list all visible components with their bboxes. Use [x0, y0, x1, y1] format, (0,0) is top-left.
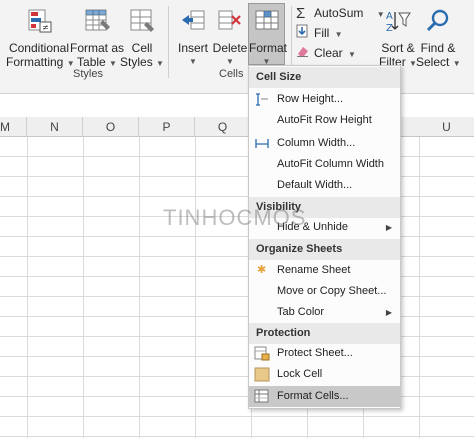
autosum-label: AutoSum [314, 6, 364, 20]
format-dropdown-menu: Cell Size Row Height... AutoFit Row Heig… [248, 65, 401, 409]
cell-area[interactable] [0, 137, 474, 438]
group-separator [168, 6, 169, 78]
cell-styles-button[interactable]: Cell Styles ▼ [120, 8, 164, 71]
format-icon [249, 8, 284, 37]
clear-button[interactable]: Clear ▼ [296, 44, 356, 62]
chevron-down-icon: ▼ [348, 50, 356, 59]
chevron-down-icon: ▼ [189, 57, 197, 66]
ribbon: ≠ Conditional Formatting ▼ Format as Tab… [0, 0, 474, 94]
column-header-p[interactable]: P [139, 117, 195, 137]
section-protection: Protection [249, 323, 400, 344]
lock-cell-label: Lock Cell [277, 368, 323, 380]
menu-item-rename-sheet[interactable]: ✱ Rename Sheet [249, 260, 400, 281]
default-width-label: Default Width... [277, 179, 353, 191]
section-cell-size: Cell Size [249, 67, 400, 88]
chevron-down-icon: ▼ [334, 30, 343, 39]
row-height-label: Row Height... [277, 93, 344, 105]
menu-item-lock-cell[interactable]: Lock Cell [249, 364, 400, 385]
menu-item-column-width[interactable]: Column Width... [249, 133, 400, 154]
delete-label: Delete [212, 41, 248, 55]
format-cells-label: Format Cells... [277, 390, 349, 402]
menu-item-protect-sheet[interactable]: Protect Sheet... [249, 343, 400, 364]
menu-item-row-height[interactable]: Row Height... [249, 89, 400, 110]
menu-item-autofit-row-height[interactable]: AutoFit Row Height [249, 110, 400, 131]
conditional-formatting-label-2: Formatting [6, 55, 64, 69]
sort-filter-button[interactable]: A Z Sort & Filter ▼ [378, 8, 418, 71]
insert-label: Insert [177, 41, 208, 55]
section-organize-sheets: Organize Sheets [249, 239, 400, 260]
chevron-down-icon: ▼ [452, 59, 461, 68]
fill-label: Fill [314, 26, 330, 40]
styles-group-label: Styles [73, 68, 103, 80]
svg-text:≠: ≠ [42, 23, 49, 32]
conditional-formatting-icon: ≠ [6, 8, 72, 37]
format-as-table-button[interactable]: Format as Table ▼ [70, 8, 124, 71]
autosum-icon: Σ [296, 4, 306, 22]
format-button[interactable]: Format ▼ [248, 3, 288, 66]
cell-styles-label: Cell [131, 41, 153, 55]
autosum-button[interactable]: Σ AutoSum ▼ [296, 4, 385, 22]
worksheet-grid[interactable]: M N O P Q U [0, 117, 474, 438]
column-width-label: Column Width... [277, 137, 356, 149]
autofit-column-width-label: AutoFit Column Width [277, 158, 384, 170]
insert-icon [174, 8, 212, 37]
find-select-label: Find & [420, 41, 456, 55]
find-select-label-2: Select [416, 55, 450, 69]
menu-item-autofit-column-width[interactable]: AutoFit Column Width [249, 154, 400, 175]
autofit-row-height-label: AutoFit Row Height [277, 114, 372, 126]
protect-sheet-label: Protect Sheet... [277, 347, 353, 359]
format-as-table-icon [70, 8, 124, 37]
tab-color-label: Tab Color [277, 306, 325, 318]
delete-button[interactable]: Delete ▼ [212, 8, 248, 69]
format-cells-icon [254, 389, 270, 412]
cells-group-label: Cells [219, 68, 244, 80]
svg-text:A: A [386, 11, 393, 22]
column-headers: M N O P Q U [0, 117, 474, 137]
clear-icon [296, 44, 310, 63]
conditional-formatting-button[interactable]: ≠ Conditional Formatting ▼ [6, 8, 75, 71]
delete-icon [212, 8, 248, 37]
chevron-right-icon: ▶ [385, 308, 392, 317]
column-header-o[interactable]: O [83, 117, 139, 137]
move-copy-sheet-label: Move or Copy Sheet... [277, 285, 387, 297]
column-header-u[interactable]: U [419, 117, 474, 137]
rename-sheet-bullet-icon: ✱ [257, 264, 267, 276]
svg-text:Z: Z [386, 23, 393, 34]
chevron-down-icon: ▼ [226, 57, 234, 66]
column-header-n[interactable]: N [27, 117, 83, 137]
find-select-icon [416, 8, 460, 37]
chevron-down-icon: ▼ [109, 59, 117, 68]
conditional-formatting-label: Conditional [8, 41, 70, 55]
sort-filter-icon: A Z [378, 8, 418, 37]
menu-item-tab-color[interactable]: Tab Color ▶ [249, 302, 400, 323]
format-as-table-label: Format as [70, 41, 125, 55]
format-as-table-label-2: Table [77, 55, 106, 69]
menu-item-format-cells[interactable]: Format Cells... [249, 386, 400, 407]
insert-button[interactable]: Insert ▼ [174, 8, 212, 69]
menu-item-move-copy-sheet[interactable]: Move or Copy Sheet... [249, 281, 400, 302]
chevron-right-icon: ▶ [385, 223, 392, 232]
format-label: Format [249, 41, 288, 55]
cell-styles-label-2: Styles [120, 55, 153, 69]
rename-sheet-label: Rename Sheet [277, 264, 351, 276]
chevron-down-icon: ▼ [156, 59, 164, 68]
cell-styles-icon [120, 8, 164, 37]
find-select-button[interactable]: Find & Select ▼ [416, 8, 461, 71]
menu-item-default-width[interactable]: Default Width... [249, 175, 400, 196]
clear-label: Clear [314, 46, 343, 60]
watermark: TINHOCMOS [163, 205, 307, 230]
fill-icon [296, 24, 310, 43]
column-header-q[interactable]: Q [195, 117, 251, 137]
fill-button[interactable]: Fill ▼ [296, 24, 343, 42]
sort-filter-label: Sort & [381, 41, 415, 55]
column-header-m[interactable]: M [0, 117, 27, 137]
